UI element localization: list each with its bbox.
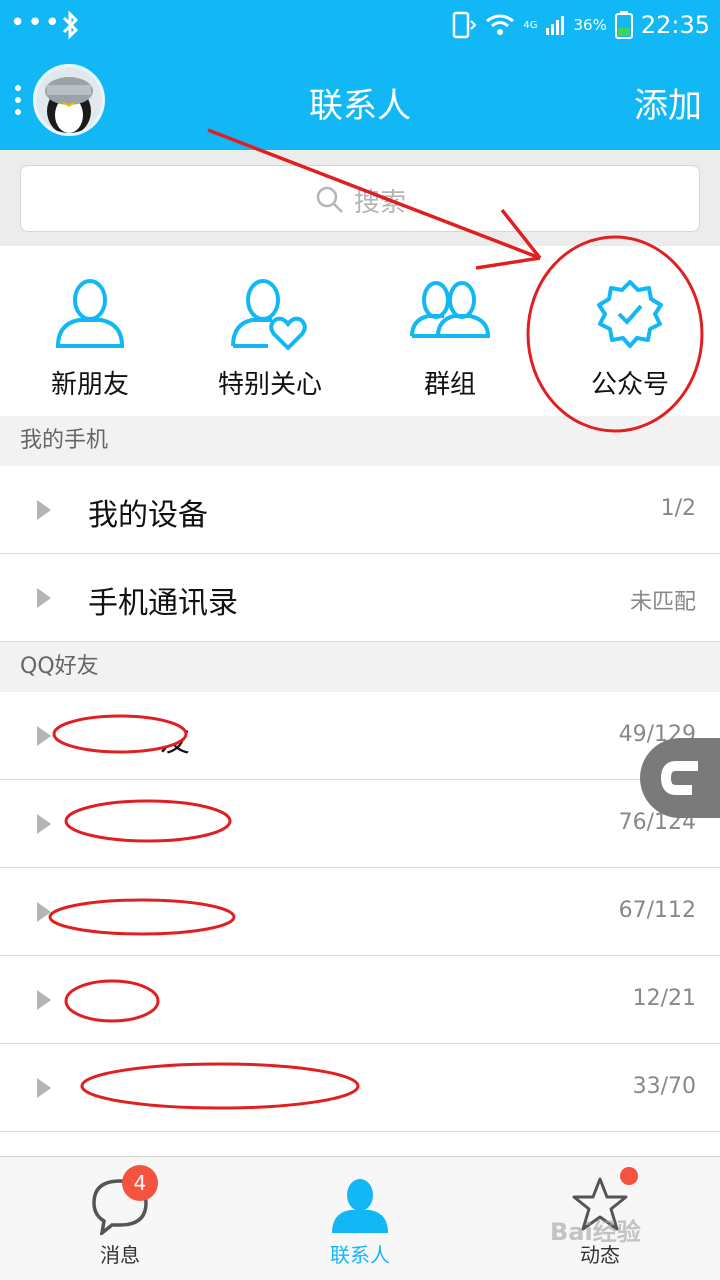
- verified-badge-icon: [597, 280, 663, 348]
- row-count: 12/21: [632, 986, 696, 1011]
- wifi-icon: [486, 14, 515, 35]
- network-type: 4G: [523, 19, 538, 31]
- shortcut-special-care[interactable]: 特别关心: [180, 246, 360, 416]
- row-count: 1/2: [660, 496, 696, 521]
- row-count: 67/112: [618, 898, 696, 923]
- shortcut-groups[interactable]: 群组: [360, 246, 540, 416]
- list-item-friend-group[interactable]: 76/124: [0, 780, 720, 868]
- expand-arrow-icon: [37, 1078, 51, 1098]
- person-icon: [55, 279, 125, 348]
- shortcut-label: 公众号: [590, 370, 669, 400]
- section-header-my-phone: 我的手机: [0, 416, 720, 466]
- tab-messages[interactable]: 4 消息: [0, 1157, 240, 1280]
- list-item-friend-group[interactable]: 67/112: [0, 868, 720, 956]
- search-placeholder: 搜索: [354, 188, 407, 218]
- watermark: Bai经验: [550, 1218, 641, 1246]
- list-item-friend-group[interactable]: 友 49/129: [0, 692, 720, 780]
- row-count: 33/70: [632, 1074, 696, 1099]
- floating-assistant-button[interactable]: [640, 738, 720, 818]
- list-item-partial: [0, 1132, 720, 1156]
- expand-arrow-icon: [37, 500, 51, 520]
- shortcut-label: 新朋友: [50, 370, 129, 400]
- search-area: 搜索: [0, 150, 720, 246]
- tab-contacts[interactable]: 联系人: [240, 1157, 480, 1280]
- person-heart-icon: [231, 279, 307, 350]
- shortcut-new-friends[interactable]: 新朋友: [0, 246, 180, 416]
- c-logo-icon: [660, 761, 698, 795]
- add-button[interactable]: 添加: [634, 78, 702, 127]
- row-name: 我的设备: [88, 498, 208, 533]
- row-name: 手机通讯录: [88, 586, 238, 621]
- signal-icon: [546, 16, 565, 35]
- shortcut-public-accounts[interactable]: 公众号: [540, 246, 720, 416]
- page-title: 联系人: [309, 86, 411, 126]
- shortcut-row: 新朋友 特别关心 群组 公众号: [0, 246, 720, 416]
- title-bar: 联系人 添加: [0, 50, 720, 150]
- expand-arrow-icon: [37, 726, 51, 746]
- shortcut-label: 群组: [423, 370, 476, 400]
- contacts-person-icon: [332, 1179, 388, 1233]
- list-item-my-devices[interactable]: 我的设备 1/2: [0, 466, 720, 554]
- row-count: 未匹配: [629, 590, 696, 615]
- bluetooth-icon: [62, 10, 79, 40]
- search-input[interactable]: 搜索: [20, 165, 700, 232]
- list-item-friend-group[interactable]: 33/70: [0, 1044, 720, 1132]
- group-icon: [410, 281, 490, 338]
- shortcut-label: 特别关心: [217, 370, 322, 400]
- search-icon: [316, 186, 343, 213]
- status-bar: ••• 4G 36% 22:35: [0, 0, 720, 50]
- expand-arrow-icon: [37, 902, 51, 922]
- battery-icon: [614, 11, 633, 39]
- battery-percent: 36%: [573, 16, 607, 34]
- list-item-phone-contacts[interactable]: 手机通讯录 未匹配: [0, 554, 720, 642]
- clock: 22:35: [640, 11, 710, 39]
- expand-arrow-icon: [37, 990, 51, 1010]
- section-header-qq-friends: QQ好友: [0, 642, 720, 692]
- status-right: 4G 36% 22:35: [451, 10, 710, 40]
- row-name: 友: [160, 724, 190, 759]
- unread-badge: 4: [122, 1165, 158, 1201]
- list-item-friend-group[interactable]: 12/21: [0, 956, 720, 1044]
- phone-vibrate-icon: [453, 11, 477, 39]
- expand-arrow-icon: [37, 588, 51, 608]
- expand-arrow-icon: [37, 814, 51, 834]
- new-activity-dot: [620, 1167, 638, 1185]
- tab-label: 联系人: [330, 1243, 390, 1267]
- notification-dots-icon: •••: [10, 8, 63, 38]
- tab-label: 消息: [100, 1243, 140, 1267]
